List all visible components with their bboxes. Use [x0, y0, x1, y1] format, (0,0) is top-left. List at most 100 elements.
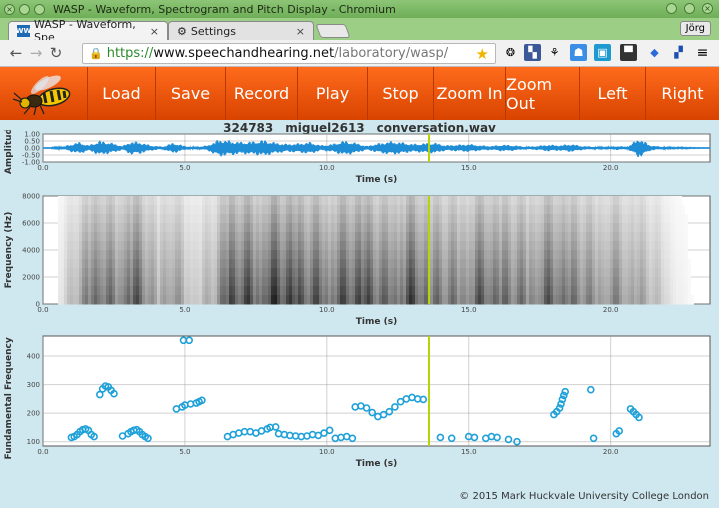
spectrogram-cell: [145, 250, 148, 260]
extension-icon-2[interactable]: ▚: [524, 44, 541, 61]
spectrogram-cell: [532, 286, 535, 296]
spectrogram-cell: [616, 241, 619, 251]
user-profile-badge[interactable]: Jörg: [679, 21, 711, 36]
spectrogram-cell: [460, 241, 463, 251]
forward-arrow-icon[interactable]: →: [26, 44, 46, 62]
spectrogram-cell: [433, 250, 436, 260]
spectrogram-cell: [319, 196, 322, 206]
spectrogram-cell: [301, 223, 304, 233]
spectrogram-cell: [595, 214, 598, 224]
spectrogram-cell: [103, 295, 106, 305]
spectrogram-cell: [355, 277, 358, 287]
waveform-chart[interactable]: 0.0 5.0 10.0 15.0 20.01.000.500.00-0.50-1.00…: [0, 130, 719, 190]
minimize-icon[interactable]: [666, 3, 677, 14]
spectrogram-cell: [532, 205, 535, 215]
reload-icon[interactable]: ↻: [46, 44, 66, 62]
spectrogram-chart[interactable]: 0.0 5.0 10.0 15.0 20.002000400060008000Time …: [0, 192, 719, 334]
menu-icon[interactable]: ≡: [694, 44, 711, 61]
spectrogram-cell: [220, 259, 223, 269]
load-button[interactable]: Load: [87, 67, 155, 120]
spectrogram-cell: [448, 259, 451, 269]
spectrogram-cell: [670, 205, 673, 215]
spectrogram-cell: [196, 268, 199, 278]
spectrogram-cell: [115, 277, 118, 287]
address-bar[interactable]: 🔒 https:// www.speechandhearing.net /lab…: [82, 43, 496, 64]
spectrogram-cell: [442, 223, 445, 233]
spectrogram-cell: [544, 223, 547, 233]
spectrogram-cell: [301, 232, 304, 242]
close-tab-icon[interactable]: ×: [296, 25, 305, 38]
tab-wasp[interactable]: WW WASP - Waveform, Spe ×: [8, 18, 168, 44]
spectrogram-cell: [232, 259, 235, 269]
spectrogram-cell: [280, 250, 283, 260]
x-tick-label: 20.0: [603, 164, 619, 172]
spectrogram-cell: [283, 295, 286, 305]
spectrogram-cell: [631, 232, 634, 242]
spectrogram-cell: [403, 295, 406, 305]
spectrogram-cell: [67, 232, 70, 242]
spectrogram-cell: [565, 214, 568, 224]
maximize-window-icon[interactable]: [34, 3, 45, 15]
spectrogram-cell: [661, 295, 664, 305]
spectrogram-cell: [397, 241, 400, 251]
spectrogram-cell: [625, 196, 628, 206]
zoom-out-button[interactable]: Zoom Out: [505, 67, 579, 120]
wasp-favicon-icon: WW: [15, 25, 32, 37]
spectrogram-cell: [661, 277, 664, 287]
spectrogram-cell: [64, 250, 67, 260]
extension-icon-6[interactable]: ▀: [620, 44, 637, 61]
extension-icon-8[interactable]: ▞: [670, 44, 687, 61]
extension-icon-1[interactable]: ❂: [502, 44, 519, 61]
play-button[interactable]: Play: [297, 67, 367, 120]
spectrogram-cell: [496, 241, 499, 251]
close-icon[interactable]: ×: [702, 3, 713, 14]
spectrogram-cell: [673, 277, 676, 287]
spectrogram-cell: [619, 259, 622, 269]
close-tab-icon[interactable]: ×: [150, 25, 159, 38]
spectrogram-cell: [391, 214, 394, 224]
spectrogram-cell: [256, 259, 259, 269]
back-arrow-icon[interactable]: ←: [6, 44, 26, 62]
spectrogram-cell: [217, 232, 220, 242]
save-button[interactable]: Save: [155, 67, 225, 120]
spectrogram-cell: [220, 196, 223, 206]
extension-icon-3[interactable]: ⚘: [546, 44, 563, 61]
spectrogram-cell: [70, 196, 73, 206]
left-button[interactable]: Left: [579, 67, 645, 120]
spectrogram-cell: [262, 268, 265, 278]
spectrogram-cell: [346, 295, 349, 305]
spectrogram-cell: [325, 196, 328, 206]
spectrogram-cell: [676, 268, 679, 278]
spectrogram-cell: [412, 241, 415, 251]
zoom-in-button[interactable]: Zoom In: [433, 67, 505, 120]
spectrogram-cell: [193, 205, 196, 215]
spectrogram-cell: [349, 277, 352, 287]
stop-button[interactable]: Stop: [367, 67, 433, 120]
minimize-window-icon[interactable]: [19, 3, 30, 15]
spectrogram-cell: [367, 259, 370, 269]
spectrogram-cell: [379, 286, 382, 296]
spectrogram-cell: [547, 223, 550, 233]
spectrogram-cell: [220, 286, 223, 296]
extension-icon-4[interactable]: ☗: [570, 44, 587, 61]
bookmark-star-icon[interactable]: ★: [476, 45, 489, 63]
spectrogram-cell: [568, 286, 571, 296]
right-button[interactable]: Right: [645, 67, 719, 120]
spectrogram-cell: [271, 286, 274, 296]
tab-settings[interactable]: ⚙ Settings ×: [168, 21, 314, 40]
extension-icon-5[interactable]: ▣: [594, 44, 611, 61]
spectrogram-cell: [334, 205, 337, 215]
extension-icon-7[interactable]: ◆: [646, 44, 663, 61]
spectrogram-cell: [64, 268, 67, 278]
close-window-icon[interactable]: ×: [4, 3, 15, 15]
record-button[interactable]: Record: [225, 67, 297, 120]
pitch-chart[interactable]: 0.0 5.0 10.0 15.0 20.0100200300400Time (s)Fu…: [0, 334, 719, 474]
spectrogram-cell: [310, 286, 313, 296]
spectrogram-cell: [73, 295, 76, 305]
spectrogram-cell: [253, 196, 256, 206]
maximize-icon[interactable]: [684, 3, 695, 14]
spectrogram-cell: [148, 250, 151, 260]
spectrogram-cell: [397, 214, 400, 224]
new-tab-button[interactable]: [315, 24, 351, 38]
spectrogram-cell: [355, 241, 358, 251]
